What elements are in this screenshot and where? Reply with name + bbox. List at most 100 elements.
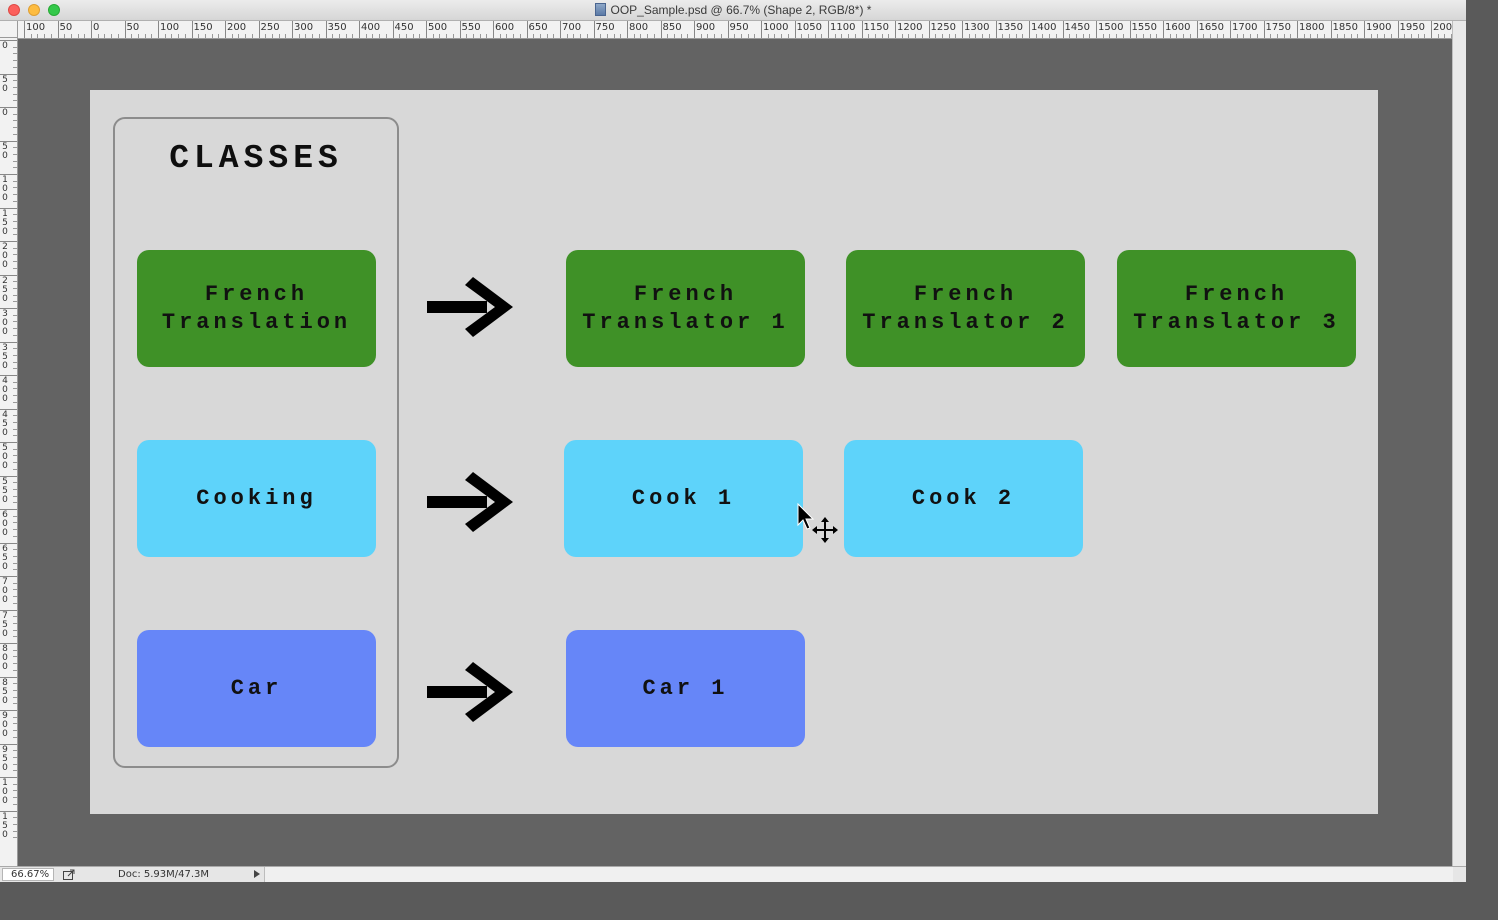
ruler-label: 200 [2,242,8,270]
ruler-label: 350 [2,342,8,371]
ruler-label: 550 [2,476,8,505]
ruler-label: 1150 [863,22,889,33]
ruler-minor-tick [13,756,17,758]
title-bar: OOP_Sample.psd @ 66.7% (Shape 2, RGB/8*)… [0,0,1466,21]
ruler-minor-tick [13,415,17,417]
ruler-major-tick [1397,21,1399,38]
ruler-minor-tick [1055,34,1057,38]
status-menu-arrow-icon[interactable] [254,870,260,878]
ruler-minor-tick [647,34,649,38]
ruler-major-tick [1096,21,1097,38]
ruler-label: 400 [361,22,381,33]
ruler-minor-tick [1042,34,1044,38]
ruler-label: 450 [2,409,8,438]
horizontal-ruler[interactable]: 100 50 0 50 100 150 200 250 300 350 400 450 500 550 60… [18,21,1452,39]
ruler-minor-tick [13,763,17,765]
ruler-minor-tick [1290,34,1292,38]
ruler-major-tick [191,21,193,38]
ruler-major-tick [828,21,829,38]
ruler-minor-tick [888,34,890,38]
ruler-minor-tick [13,730,17,732]
ruler-major-tick [1364,21,1365,38]
ruler-minor-tick [131,34,133,38]
ruler-minor-tick [13,234,17,236]
ruler-minor-tick [13,582,17,584]
arrow-right-icon[interactable] [427,275,515,339]
ruler-minor-tick [13,797,17,799]
class-french-translation[interactable]: French Translation [137,250,376,367]
class-cooking[interactable]: Cooking [137,440,376,557]
arrow-right-icon[interactable] [427,660,515,724]
ruler-origin[interactable] [0,21,18,38]
ruler-label: 1850 [1332,22,1358,33]
ruler-minor-tick [13,167,17,169]
ruler-minor-tick [807,34,809,38]
ruler-major-tick [158,21,159,38]
ruler-label: 1650 [1198,22,1224,33]
ruler-label: 50 [59,22,73,33]
ruler-major-tick [459,21,461,38]
ruler-major-tick [426,21,427,38]
ruler-minor-tick [1142,34,1144,38]
arrow-right-icon[interactable] [427,470,515,534]
ruler-label: 1400 [1031,22,1057,33]
ruler-minor-tick [204,34,206,38]
ruler-minor-tick [1156,34,1158,38]
photoshop-window: OOP_Sample.psd @ 66.7% (Shape 2, RGB/8*)… [0,0,1466,882]
ruler-label: 1000 [763,22,789,33]
ruler-minor-tick [13,462,17,464]
vertical-ruler[interactable]: 0 50 0 50 100 150 200 250 300 350 400 450 500 550 600 6… [0,38,18,866]
ruler-minor-tick [184,34,186,38]
ruler-minor-tick [385,34,387,38]
ruler-minor-tick [178,34,180,38]
ruler-minor-tick [13,656,17,658]
ruler-minor-tick [874,34,876,38]
ruler-label: 950 [2,744,8,773]
ruler-minor-tick [868,34,870,38]
ruler-minor-tick [1049,34,1051,38]
ruler-major-tick [593,21,595,38]
ruler-label: 600 [495,22,515,33]
ruler-label: 1550 [1131,22,1157,33]
instance-french-translator-3[interactable]: French Translator 3 [1117,250,1356,367]
horizontal-scrollbar[interactable] [264,867,1453,882]
ruler-minor-tick [1002,34,1004,38]
ruler-minor-tick [13,535,17,537]
ruler-minor-tick [13,421,17,423]
share-export-icon[interactable] [63,869,76,880]
document-canvas[interactable]: CLASSES French Translation Cooking Car F… [90,90,1378,814]
instance-cook-2[interactable]: Cook 2 [844,440,1083,557]
ruler-minor-tick [13,227,17,229]
ruler-minor-tick [13,488,17,490]
ruler-major-tick [1129,21,1131,38]
instance-french-translator-1[interactable]: French Translator 1 [566,250,805,367]
ruler-minor-tick [1102,34,1104,38]
ruler-minor-tick [164,34,166,38]
instance-french-translator-2[interactable]: French Translator 2 [846,250,1085,367]
vertical-scrollbar[interactable] [1452,21,1466,866]
ruler-minor-tick [13,113,17,115]
ruler-minor-tick [251,34,253,38]
ruler-minor-tick [13,60,17,62]
ruler-minor-tick [1236,34,1238,38]
ruler-minor-tick [13,783,17,785]
document-size-info[interactable]: Doc: 5.93M/47.3M [118,868,209,881]
ruler-minor-tick [13,153,17,155]
ruler-major-tick [928,21,930,38]
ruler-major-tick [1029,21,1030,38]
ruler-minor-tick [13,321,17,323]
ruler-minor-tick [13,636,17,638]
ruler-label: 800 [629,22,649,33]
instance-car-1[interactable]: Car 1 [566,630,805,747]
ruler-minor-tick [714,34,716,38]
class-car[interactable]: Car [137,630,376,747]
ruler-major-tick [995,21,997,38]
ruler-minor-tick [70,34,72,38]
zoom-level-field[interactable]: 66.67% [2,868,54,881]
instance-cook-1[interactable]: Cook 1 [564,440,803,557]
ruler-minor-tick [1216,34,1218,38]
ruler-major-tick [526,21,528,38]
ruler-minor-tick [13,80,17,82]
ruler-minor-tick [1410,34,1412,38]
ruler-minor-tick [1350,34,1352,38]
